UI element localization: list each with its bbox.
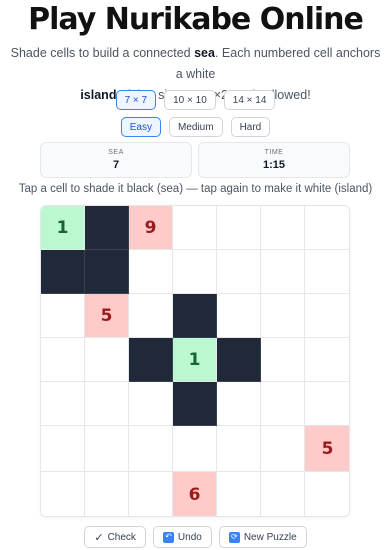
empty-cell[interactable] — [173, 206, 217, 250]
check-button[interactable]: ✓ Check — [84, 526, 146, 548]
check-label: Check — [107, 531, 136, 543]
empty-cell[interactable] — [217, 382, 261, 426]
empty-cell[interactable] — [261, 294, 305, 338]
instructions-text: Shade cells to build a connected — [10, 46, 195, 60]
tap-hint: Tap a cell to shade it black (sea) — tap… — [18, 183, 373, 195]
clue-cell[interactable]: 5 — [85, 294, 129, 338]
empty-cell[interactable] — [85, 338, 129, 382]
size-button-7x7[interactable]: 7 × 7 — [115, 90, 157, 110]
empty-cell[interactable] — [41, 294, 85, 338]
sea-cell[interactable] — [173, 294, 217, 338]
sea-cell[interactable] — [129, 338, 173, 382]
empty-cell[interactable] — [261, 472, 305, 516]
empty-cell[interactable] — [261, 382, 305, 426]
empty-cell[interactable] — [85, 426, 129, 472]
empty-cell[interactable] — [41, 472, 85, 516]
empty-cell[interactable] — [41, 338, 85, 382]
empty-cell[interactable] — [41, 426, 85, 472]
sea-cell[interactable] — [85, 206, 129, 250]
empty-cell[interactable] — [217, 472, 261, 516]
difficulty-button-hard[interactable]: Hard — [230, 117, 271, 137]
sea-keyword: sea — [194, 46, 215, 60]
puzzle-board: 195156 — [40, 205, 350, 517]
empty-cell[interactable] — [129, 472, 173, 516]
time-stat-label: TIME — [264, 149, 284, 156]
sea-stat-value: 7 — [112, 159, 120, 171]
undo-button[interactable]: ↶ Undo — [152, 526, 212, 548]
sea-cell[interactable] — [217, 338, 261, 382]
time-stat: TIME 1:15 — [198, 142, 350, 178]
clue-cell[interactable]: 6 — [173, 472, 217, 516]
empty-cell[interactable] — [217, 426, 261, 472]
size-button-14x14[interactable]: 14 × 14 — [223, 90, 276, 110]
empty-cell[interactable] — [305, 382, 349, 426]
empty-cell[interactable] — [173, 250, 217, 294]
empty-cell[interactable] — [129, 382, 173, 426]
new-puzzle-button[interactable]: ⟳ New Puzzle — [218, 526, 307, 548]
empty-cell[interactable] — [217, 250, 261, 294]
empty-cell[interactable] — [41, 382, 85, 426]
empty-cell[interactable] — [129, 426, 173, 472]
empty-cell[interactable] — [173, 426, 217, 472]
empty-cell[interactable] — [217, 206, 261, 250]
sea-stat-label: SEA — [108, 149, 124, 156]
check-icon: ✓ — [94, 531, 104, 544]
sea-cell[interactable] — [41, 250, 85, 294]
refresh-icon: ⟳ — [228, 531, 240, 543]
difficulty-button-easy[interactable]: Easy — [120, 117, 161, 137]
empty-cell[interactable] — [305, 294, 349, 338]
time-stat-value: 1:15 — [262, 159, 286, 171]
size-selector: 7 × 7 10 × 10 14 × 14 — [0, 90, 391, 110]
clue-cell[interactable]: 1 — [41, 206, 85, 250]
difficulty-selector: Easy Medium Hard — [0, 117, 391, 137]
sea-cell[interactable] — [85, 250, 129, 294]
empty-cell[interactable] — [261, 338, 305, 382]
empty-cell[interactable] — [129, 250, 173, 294]
empty-cell[interactable] — [305, 472, 349, 516]
clue-cell[interactable]: 5 — [305, 426, 349, 472]
empty-cell[interactable] — [305, 338, 349, 382]
empty-cell[interactable] — [85, 382, 129, 426]
action-bar: ✓ Check ↶ Undo ⟳ New Puzzle — [0, 526, 391, 548]
difficulty-button-medium[interactable]: Medium — [168, 117, 223, 137]
sea-stat: SEA 7 — [40, 142, 192, 178]
empty-cell[interactable] — [261, 250, 305, 294]
empty-cell[interactable] — [85, 472, 129, 516]
new-puzzle-label: New Puzzle — [243, 531, 297, 543]
empty-cell[interactable] — [217, 294, 261, 338]
clue-cell[interactable]: 1 — [173, 338, 217, 382]
empty-cell[interactable] — [261, 206, 305, 250]
empty-cell[interactable] — [305, 250, 349, 294]
sea-cell[interactable] — [173, 382, 217, 426]
undo-label: Undo — [177, 531, 202, 543]
empty-cell[interactable] — [129, 294, 173, 338]
clue-cell[interactable]: 9 — [129, 206, 173, 250]
empty-cell[interactable] — [261, 426, 305, 472]
size-button-10x10[interactable]: 10 × 10 — [164, 90, 216, 110]
undo-icon: ↶ — [162, 531, 174, 543]
empty-cell[interactable] — [305, 206, 349, 250]
page-title: Play Nurikabe Online — [28, 2, 364, 37]
